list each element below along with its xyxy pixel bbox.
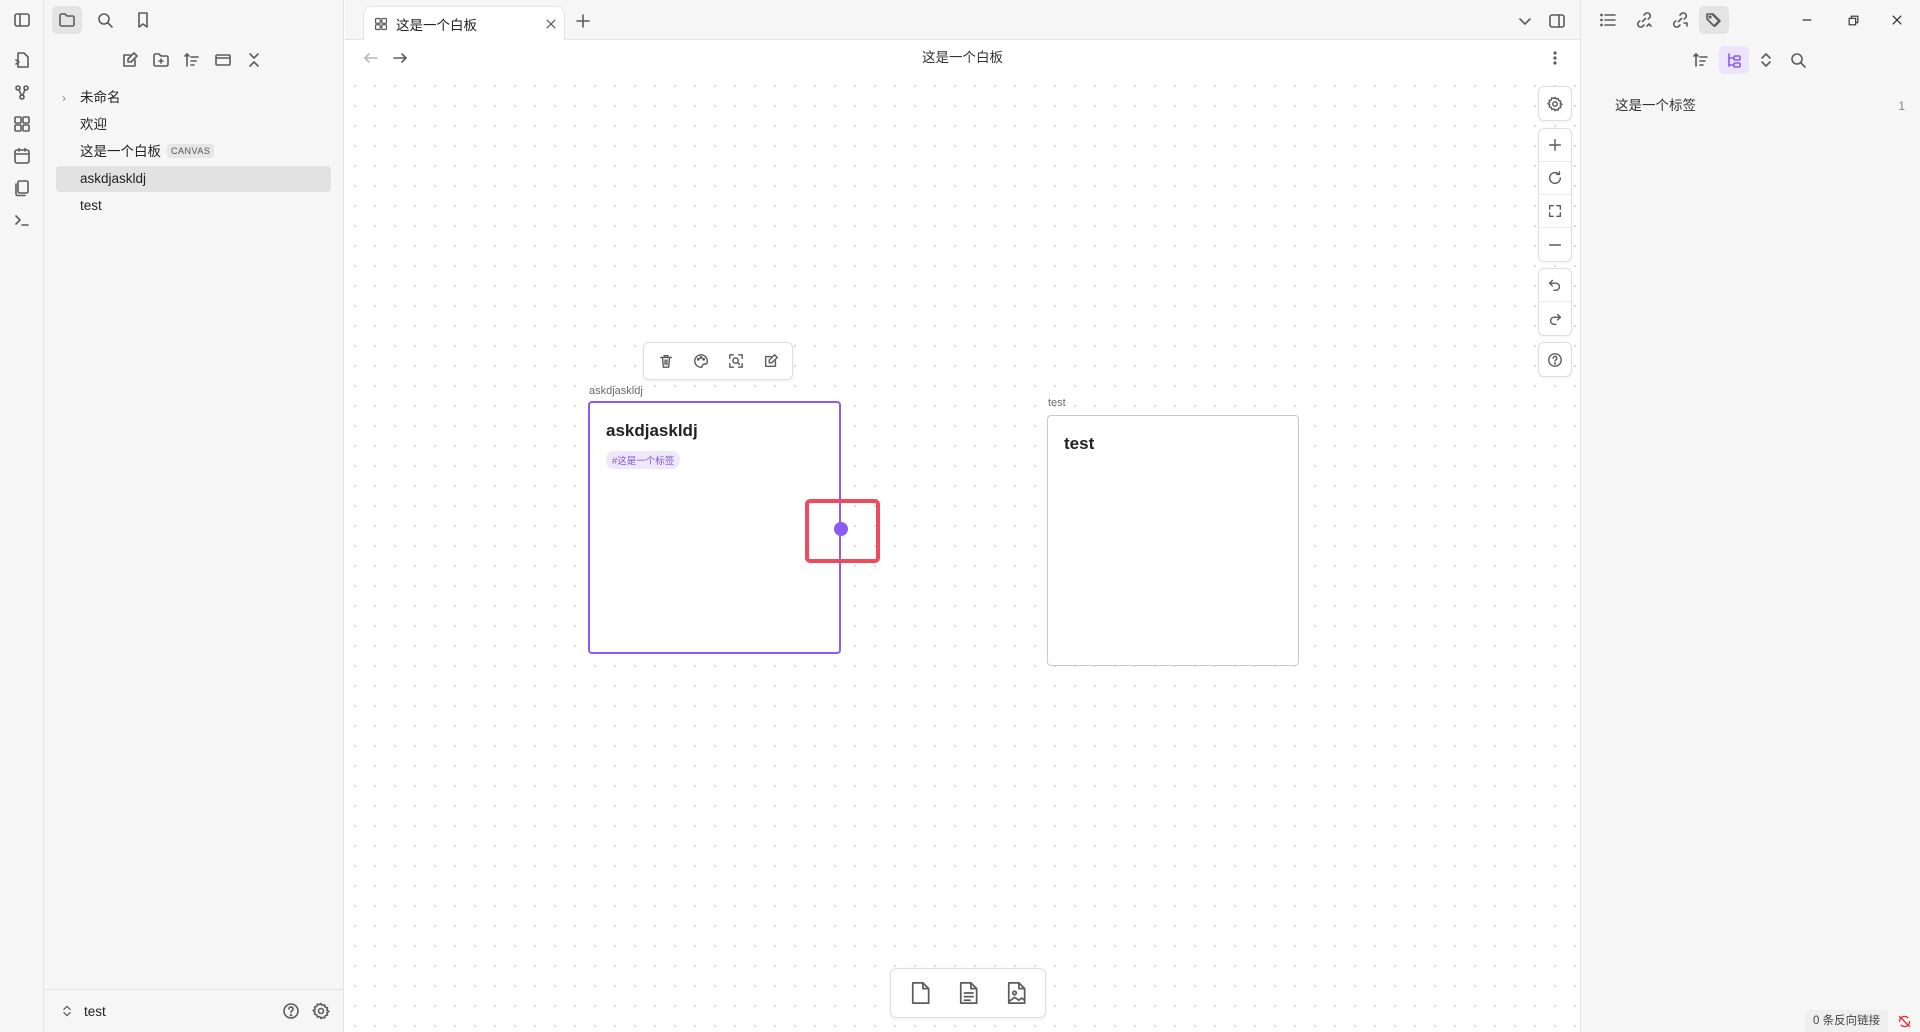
help-icon[interactable] bbox=[280, 1000, 302, 1022]
command-palette-icon[interactable] bbox=[11, 209, 33, 231]
nested-tags-icon[interactable] bbox=[1719, 46, 1749, 74]
zoom-controls-group bbox=[1538, 128, 1572, 262]
sort-order-icon[interactable] bbox=[177, 46, 207, 74]
zoom-to-selection-icon[interactable] bbox=[718, 347, 753, 375]
collapse-all-icon[interactable] bbox=[239, 46, 269, 74]
minimize-icon[interactable] bbox=[1787, 8, 1827, 32]
node-title: test bbox=[1064, 434, 1095, 453]
tree-file-welcome[interactable]: 欢迎 bbox=[56, 112, 331, 138]
tag-count: 1 bbox=[1898, 99, 1905, 113]
undo-icon[interactable] bbox=[1539, 269, 1571, 302]
view-title[interactable]: 这是一个白板 bbox=[345, 40, 1580, 76]
canvas-node-test[interactable]: test bbox=[1047, 415, 1299, 666]
delete-trash-icon[interactable] bbox=[648, 347, 683, 375]
tab-list-chevron-down-icon[interactable] bbox=[1512, 10, 1538, 32]
tree-file-askdjaskldj[interactable]: askdjaskldj bbox=[56, 166, 331, 192]
bookmarks-tab-icon[interactable] bbox=[128, 6, 158, 34]
new-note-icon[interactable] bbox=[115, 46, 145, 74]
main-workspace: 这是一个白板 这是一个白板 askdjaskldj askdjaskldj #这… bbox=[345, 0, 1580, 1032]
sync-status-icon[interactable] bbox=[1895, 1012, 1913, 1030]
open-quick-switcher-icon[interactable] bbox=[11, 49, 33, 71]
tree-file-test[interactable]: test bbox=[56, 193, 331, 219]
more-options-icon[interactable] bbox=[1545, 48, 1565, 68]
canvas-settings-gear-icon[interactable] bbox=[1539, 87, 1571, 120]
right-sidebar-toggle-icon[interactable] bbox=[1544, 10, 1570, 32]
new-folder-icon[interactable] bbox=[146, 46, 176, 74]
file-explorer-sidebar: › 未命名 欢迎 这是一个白板 CANVAS askdjaskldj test t… bbox=[44, 0, 344, 1032]
restore-window-icon[interactable] bbox=[1833, 8, 1873, 32]
canvas-board[interactable]: askdjaskldj askdjaskldj #这是一个标签 test tes… bbox=[345, 76, 1580, 1032]
sort-tags-icon[interactable] bbox=[1686, 46, 1716, 74]
daily-notes-icon[interactable] bbox=[11, 145, 33, 167]
expand-collapse-icon[interactable] bbox=[1751, 46, 1781, 74]
canvas-badge: CANVAS bbox=[167, 144, 215, 158]
canvas-node-askdjaskldj[interactable]: askdjaskldj #这是一个标签 bbox=[588, 401, 841, 654]
canvas-settings-group bbox=[1538, 86, 1572, 121]
outline-list-icon[interactable] bbox=[1593, 6, 1623, 34]
edit-pencil-icon[interactable] bbox=[753, 347, 788, 375]
auto-reveal-icon[interactable] bbox=[208, 46, 238, 74]
history-controls-group bbox=[1538, 268, 1572, 336]
tree-file-canvas[interactable]: 这是一个白板 CANVAS bbox=[56, 139, 331, 165]
redo-icon[interactable] bbox=[1539, 302, 1571, 335]
tab-bar: 这是一个白板 bbox=[345, 0, 1580, 40]
node-title: askdjaskldj bbox=[606, 421, 698, 440]
right-sidebar: 这是一个标签 1 0 条反向链接 bbox=[1580, 0, 1920, 1032]
tag-row[interactable]: 这是一个标签 1 bbox=[1615, 95, 1905, 117]
vault-switcher[interactable]: test bbox=[60, 1000, 106, 1022]
outgoing-links-icon[interactable] bbox=[1665, 6, 1695, 34]
tree-folder-unnamed[interactable]: › 未命名 bbox=[56, 85, 331, 111]
chevron-right-icon: › bbox=[62, 91, 66, 105]
node-label-test: test bbox=[1048, 397, 1066, 409]
node-label-askdjaskldj: askdjaskldj bbox=[589, 385, 643, 397]
sidebar-toggle-icon[interactable] bbox=[11, 9, 33, 31]
zoom-in-icon[interactable] bbox=[1539, 129, 1571, 162]
tags-icon[interactable] bbox=[1699, 6, 1729, 34]
note-tag[interactable]: #这是一个标签 bbox=[606, 451, 681, 469]
backlinks-status[interactable]: 0 条反向链接 bbox=[1805, 1010, 1889, 1032]
close-window-icon[interactable] bbox=[1877, 8, 1917, 32]
add-media-icon[interactable] bbox=[992, 973, 1040, 1013]
add-card-icon[interactable] bbox=[896, 973, 944, 1013]
graph-view-icon[interactable] bbox=[11, 81, 33, 103]
backlinks-icon[interactable] bbox=[1629, 6, 1659, 34]
ribbon bbox=[0, 0, 44, 1032]
zoom-to-fit-icon[interactable] bbox=[1539, 195, 1571, 228]
vault-name: test bbox=[84, 1003, 106, 1019]
view-header: 这是一个白板 bbox=[345, 40, 1580, 76]
search-tab-icon[interactable] bbox=[90, 6, 120, 34]
help-group bbox=[1538, 342, 1572, 377]
canvas-help-icon[interactable] bbox=[1539, 343, 1571, 376]
tab-canvas[interactable]: 这是一个白板 bbox=[363, 6, 565, 40]
close-tab-icon[interactable] bbox=[538, 13, 564, 35]
canvas-icon bbox=[374, 17, 388, 30]
files-tab-icon[interactable] bbox=[52, 6, 82, 34]
add-note-icon[interactable] bbox=[944, 973, 992, 1013]
reset-zoom-icon[interactable] bbox=[1539, 162, 1571, 195]
color-palette-icon[interactable] bbox=[683, 347, 718, 375]
chevrons-up-down-icon bbox=[63, 1005, 71, 1017]
connection-handle[interactable] bbox=[834, 522, 848, 536]
canvas-add-toolbar bbox=[890, 968, 1046, 1018]
settings-gear-icon[interactable] bbox=[310, 1000, 332, 1022]
canvas-icon[interactable] bbox=[11, 113, 33, 135]
zoom-out-icon[interactable] bbox=[1539, 228, 1571, 261]
templates-icon[interactable] bbox=[11, 177, 33, 199]
tag-name: 这是一个标签 bbox=[1615, 98, 1696, 113]
divider bbox=[44, 989, 343, 990]
node-toolbar bbox=[643, 342, 793, 380]
search-tags-icon[interactable] bbox=[1783, 46, 1813, 74]
tab-title: 这是一个白板 bbox=[396, 17, 477, 33]
new-tab-icon[interactable] bbox=[570, 10, 596, 32]
